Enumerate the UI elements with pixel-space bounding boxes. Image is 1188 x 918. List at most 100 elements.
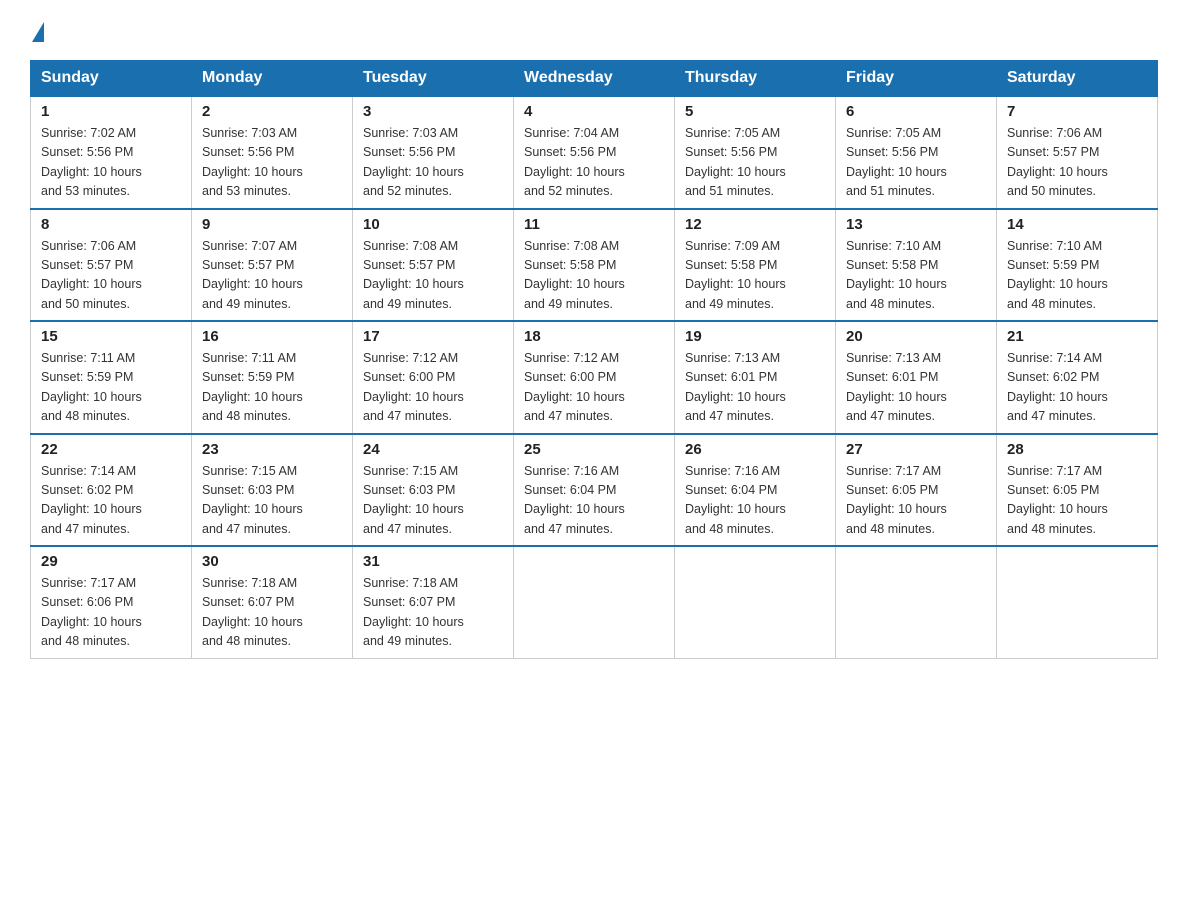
day-number: 15 — [41, 328, 181, 345]
column-header-thursday: Thursday — [675, 61, 836, 97]
day-number: 5 — [685, 103, 825, 120]
calendar-cell: 2 Sunrise: 7:03 AMSunset: 5:56 PMDayligh… — [192, 96, 353, 209]
calendar-cell: 14 Sunrise: 7:10 AMSunset: 5:59 PMDaylig… — [997, 209, 1158, 322]
calendar-cell — [514, 546, 675, 658]
day-number: 1 — [41, 103, 181, 120]
day-number: 21 — [1007, 328, 1147, 345]
calendar-cell: 29 Sunrise: 7:17 AMSunset: 6:06 PMDaylig… — [31, 546, 192, 658]
day-number: 29 — [41, 553, 181, 570]
calendar-cell: 17 Sunrise: 7:12 AMSunset: 6:00 PMDaylig… — [353, 321, 514, 434]
day-info: Sunrise: 7:11 AMSunset: 5:59 PMDaylight:… — [202, 351, 303, 423]
day-info: Sunrise: 7:12 AMSunset: 6:00 PMDaylight:… — [524, 351, 625, 423]
day-info: Sunrise: 7:03 AMSunset: 5:56 PMDaylight:… — [202, 126, 303, 198]
calendar-cell: 3 Sunrise: 7:03 AMSunset: 5:56 PMDayligh… — [353, 96, 514, 209]
calendar-cell: 19 Sunrise: 7:13 AMSunset: 6:01 PMDaylig… — [675, 321, 836, 434]
calendar-cell: 13 Sunrise: 7:10 AMSunset: 5:58 PMDaylig… — [836, 209, 997, 322]
day-number: 28 — [1007, 441, 1147, 458]
day-info: Sunrise: 7:16 AMSunset: 6:04 PMDaylight:… — [685, 464, 786, 536]
day-info: Sunrise: 7:17 AMSunset: 6:06 PMDaylight:… — [41, 576, 142, 648]
day-number: 26 — [685, 441, 825, 458]
day-info: Sunrise: 7:09 AMSunset: 5:58 PMDaylight:… — [685, 239, 786, 311]
day-info: Sunrise: 7:14 AMSunset: 6:02 PMDaylight:… — [41, 464, 142, 536]
column-header-friday: Friday — [836, 61, 997, 97]
day-info: Sunrise: 7:05 AMSunset: 5:56 PMDaylight:… — [846, 126, 947, 198]
calendar-week-row: 1 Sunrise: 7:02 AMSunset: 5:56 PMDayligh… — [31, 96, 1158, 209]
day-info: Sunrise: 7:10 AMSunset: 5:59 PMDaylight:… — [1007, 239, 1108, 311]
calendar-cell: 25 Sunrise: 7:16 AMSunset: 6:04 PMDaylig… — [514, 434, 675, 547]
day-number: 18 — [524, 328, 664, 345]
day-info: Sunrise: 7:06 AMSunset: 5:57 PMDaylight:… — [1007, 126, 1108, 198]
day-number: 8 — [41, 216, 181, 233]
page-header — [30, 20, 1158, 40]
day-info: Sunrise: 7:04 AMSunset: 5:56 PMDaylight:… — [524, 126, 625, 198]
calendar-cell: 16 Sunrise: 7:11 AMSunset: 5:59 PMDaylig… — [192, 321, 353, 434]
day-number: 7 — [1007, 103, 1147, 120]
calendar-cell: 24 Sunrise: 7:15 AMSunset: 6:03 PMDaylig… — [353, 434, 514, 547]
calendar-cell — [675, 546, 836, 658]
day-info: Sunrise: 7:07 AMSunset: 5:57 PMDaylight:… — [202, 239, 303, 311]
day-number: 20 — [846, 328, 986, 345]
day-info: Sunrise: 7:18 AMSunset: 6:07 PMDaylight:… — [202, 576, 303, 648]
calendar-cell: 9 Sunrise: 7:07 AMSunset: 5:57 PMDayligh… — [192, 209, 353, 322]
day-info: Sunrise: 7:08 AMSunset: 5:58 PMDaylight:… — [524, 239, 625, 311]
calendar-week-row: 8 Sunrise: 7:06 AMSunset: 5:57 PMDayligh… — [31, 209, 1158, 322]
calendar-cell: 10 Sunrise: 7:08 AMSunset: 5:57 PMDaylig… — [353, 209, 514, 322]
day-info: Sunrise: 7:14 AMSunset: 6:02 PMDaylight:… — [1007, 351, 1108, 423]
calendar-cell: 26 Sunrise: 7:16 AMSunset: 6:04 PMDaylig… — [675, 434, 836, 547]
day-info: Sunrise: 7:11 AMSunset: 5:59 PMDaylight:… — [41, 351, 142, 423]
day-info: Sunrise: 7:18 AMSunset: 6:07 PMDaylight:… — [363, 576, 464, 648]
calendar-cell: 15 Sunrise: 7:11 AMSunset: 5:59 PMDaylig… — [31, 321, 192, 434]
day-info: Sunrise: 7:15 AMSunset: 6:03 PMDaylight:… — [363, 464, 464, 536]
calendar-week-row: 22 Sunrise: 7:14 AMSunset: 6:02 PMDaylig… — [31, 434, 1158, 547]
day-number: 23 — [202, 441, 342, 458]
column-header-tuesday: Tuesday — [353, 61, 514, 97]
day-number: 3 — [363, 103, 503, 120]
calendar-cell: 27 Sunrise: 7:17 AMSunset: 6:05 PMDaylig… — [836, 434, 997, 547]
day-number: 10 — [363, 216, 503, 233]
calendar-cell: 20 Sunrise: 7:13 AMSunset: 6:01 PMDaylig… — [836, 321, 997, 434]
day-info: Sunrise: 7:13 AMSunset: 6:01 PMDaylight:… — [685, 351, 786, 423]
day-number: 16 — [202, 328, 342, 345]
day-info: Sunrise: 7:16 AMSunset: 6:04 PMDaylight:… — [524, 464, 625, 536]
day-number: 9 — [202, 216, 342, 233]
day-info: Sunrise: 7:06 AMSunset: 5:57 PMDaylight:… — [41, 239, 142, 311]
day-number: 6 — [846, 103, 986, 120]
day-number: 17 — [363, 328, 503, 345]
calendar-cell: 30 Sunrise: 7:18 AMSunset: 6:07 PMDaylig… — [192, 546, 353, 658]
day-number: 19 — [685, 328, 825, 345]
day-info: Sunrise: 7:08 AMSunset: 5:57 PMDaylight:… — [363, 239, 464, 311]
logo-triangle-icon — [32, 22, 44, 42]
day-info: Sunrise: 7:17 AMSunset: 6:05 PMDaylight:… — [846, 464, 947, 536]
day-info: Sunrise: 7:13 AMSunset: 6:01 PMDaylight:… — [846, 351, 947, 423]
day-info: Sunrise: 7:12 AMSunset: 6:00 PMDaylight:… — [363, 351, 464, 423]
column-header-saturday: Saturday — [997, 61, 1158, 97]
column-header-wednesday: Wednesday — [514, 61, 675, 97]
day-info: Sunrise: 7:03 AMSunset: 5:56 PMDaylight:… — [363, 126, 464, 198]
calendar-cell: 7 Sunrise: 7:06 AMSunset: 5:57 PMDayligh… — [997, 96, 1158, 209]
calendar-cell: 18 Sunrise: 7:12 AMSunset: 6:00 PMDaylig… — [514, 321, 675, 434]
day-info: Sunrise: 7:17 AMSunset: 6:05 PMDaylight:… — [1007, 464, 1108, 536]
calendar-cell — [997, 546, 1158, 658]
calendar-cell — [836, 546, 997, 658]
day-number: 4 — [524, 103, 664, 120]
day-number: 2 — [202, 103, 342, 120]
day-number: 11 — [524, 216, 664, 233]
calendar-cell: 23 Sunrise: 7:15 AMSunset: 6:03 PMDaylig… — [192, 434, 353, 547]
logo — [30, 20, 46, 40]
calendar-table: SundayMondayTuesdayWednesdayThursdayFrid… — [30, 60, 1158, 659]
day-number: 31 — [363, 553, 503, 570]
calendar-header-row: SundayMondayTuesdayWednesdayThursdayFrid… — [31, 61, 1158, 97]
day-number: 13 — [846, 216, 986, 233]
calendar-cell: 22 Sunrise: 7:14 AMSunset: 6:02 PMDaylig… — [31, 434, 192, 547]
day-number: 24 — [363, 441, 503, 458]
column-header-sunday: Sunday — [31, 61, 192, 97]
day-info: Sunrise: 7:02 AMSunset: 5:56 PMDaylight:… — [41, 126, 142, 198]
calendar-cell: 5 Sunrise: 7:05 AMSunset: 5:56 PMDayligh… — [675, 96, 836, 209]
calendar-cell: 31 Sunrise: 7:18 AMSunset: 6:07 PMDaylig… — [353, 546, 514, 658]
calendar-week-row: 29 Sunrise: 7:17 AMSunset: 6:06 PMDaylig… — [31, 546, 1158, 658]
calendar-cell: 11 Sunrise: 7:08 AMSunset: 5:58 PMDaylig… — [514, 209, 675, 322]
calendar-cell: 8 Sunrise: 7:06 AMSunset: 5:57 PMDayligh… — [31, 209, 192, 322]
calendar-cell: 21 Sunrise: 7:14 AMSunset: 6:02 PMDaylig… — [997, 321, 1158, 434]
calendar-cell: 1 Sunrise: 7:02 AMSunset: 5:56 PMDayligh… — [31, 96, 192, 209]
day-number: 27 — [846, 441, 986, 458]
